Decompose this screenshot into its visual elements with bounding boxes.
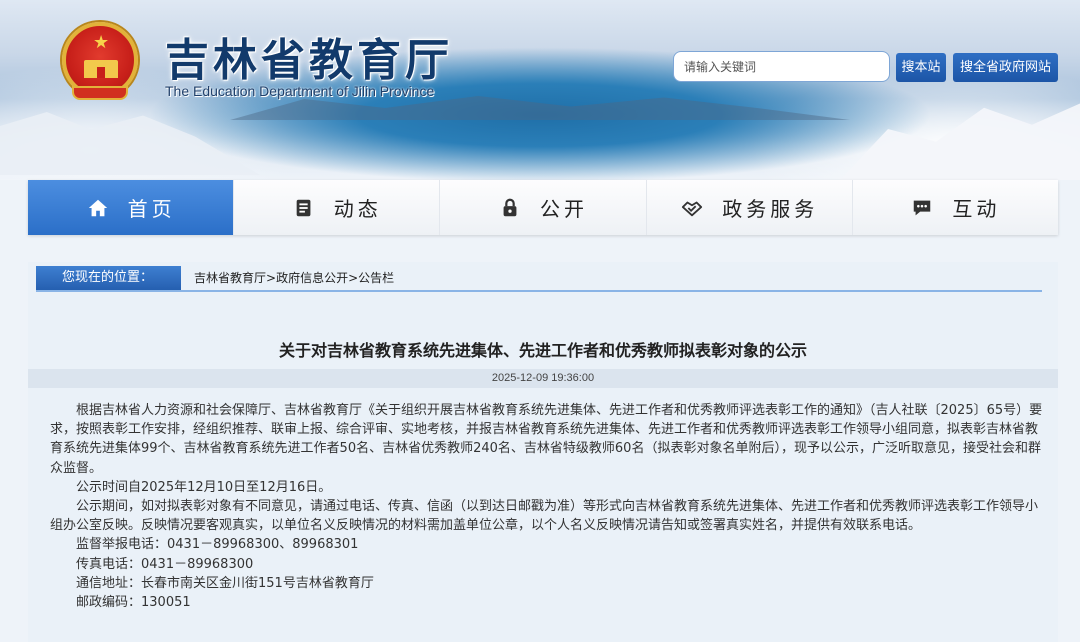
lock-icon: [498, 196, 522, 220]
article-paragraph: 根据吉林省人力资源和社会保障厅、吉林省教育厅《关于组织开展吉林省教育系统先进集体…: [50, 403, 1043, 476]
article-paragraph: 公示时间自2025年12月10日至12月16日。: [76, 479, 332, 495]
national-emblem-icon: ★: [62, 22, 138, 100]
nav-item-label: 政务服务: [722, 197, 819, 221]
nav-item-open[interactable]: 公开: [440, 180, 647, 235]
nav-item-interact[interactable]: 互动: [852, 180, 1059, 235]
nav-item-home[interactable]: 首页: [28, 180, 235, 235]
breadcrumb-separator: >: [348, 271, 359, 285]
home-icon: [86, 196, 110, 220]
chat-icon: [910, 196, 934, 220]
search-gov-button[interactable]: 搜全省政府网站: [953, 53, 1058, 82]
site-title: 吉林省教育厅: [165, 35, 453, 86]
nav-item-services[interactable]: 政务服务: [646, 180, 853, 235]
breadcrumb-item-home[interactable]: 吉林省教育厅: [194, 271, 266, 285]
search-site-button[interactable]: 搜本站: [896, 53, 946, 82]
breadcrumb-path: 吉林省教育厅>政府信息公开>公告栏: [194, 266, 394, 290]
contact-fax: 传真电话：0431－89968300: [76, 556, 254, 572]
handshake-icon: [680, 196, 704, 220]
contact-postcode: 邮政编码：130051: [76, 595, 191, 611]
article-paragraph: 公示期间，如对拟表彰对象有不同意见，请通过电话、传真、信函（以到达日邮戳为准）等…: [50, 499, 1039, 534]
news-icon: [292, 196, 316, 220]
header-banner: ★ 吉林省教育厅 The Education Department of Jil…: [0, 0, 1080, 180]
contact-address: 通信地址：长春市南关区金川街151号吉林省教育厅: [76, 575, 374, 591]
breadcrumb-item-notice[interactable]: 公告栏: [358, 271, 394, 285]
contact-phone: 监督举报电话：0431－89968300、89968301: [76, 537, 359, 553]
breadcrumb-item-open[interactable]: 政府信息公开: [276, 271, 348, 285]
nav-item-label: 动态: [333, 197, 382, 221]
main-nav: 首页 动态 公开 政务服务 互动: [28, 180, 1059, 235]
snow-mountain-right: [840, 103, 1080, 180]
article-body: 根据吉林省人力资源和社会保障厅、吉林省教育厅《关于组织开展吉林省教育系统先进集体…: [50, 401, 1050, 612]
article-title: 关于对吉林省教育系统先进集体、先进工作者和优秀教师拟表彰对象的公示: [278, 341, 807, 360]
content-panel: 您现在的位置： 吉林省教育厅>政府信息公开>公告栏 关于对吉林省教育系统先进集体…: [28, 262, 1058, 642]
nav-item-label: 公开: [540, 197, 588, 221]
snow-mountain-left: [0, 112, 260, 175]
site-subtitle: The Education Department of Jilin Provin…: [165, 83, 435, 99]
nav-item-label: 互动: [952, 197, 1001, 221]
breadcrumb-separator: >: [266, 271, 277, 285]
nav-item-label: 首页: [127, 197, 176, 221]
article-date: 2025-12-09 19:36:00: [28, 369, 1058, 388]
nav-item-news[interactable]: 动态: [234, 180, 441, 235]
breadcrumb: 您现在的位置： 吉林省教育厅>政府信息公开>公告栏: [36, 266, 1042, 292]
breadcrumb-label: 您现在的位置：: [36, 266, 181, 290]
search-input[interactable]: [673, 51, 890, 82]
